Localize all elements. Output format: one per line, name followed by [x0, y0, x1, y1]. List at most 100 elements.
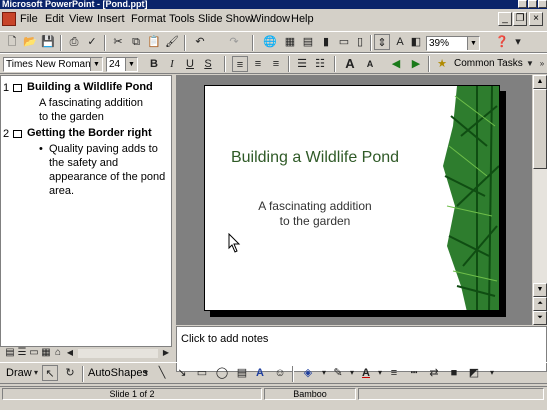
demote-icon[interactable]: ▶ [408, 56, 424, 72]
paste-icon[interactable]: 📋 [146, 34, 162, 50]
shadow-icon[interactable]: ■ [446, 365, 462, 381]
scroll-down-icon[interactable]: ▼ [533, 283, 547, 297]
close-button[interactable] [538, 0, 547, 8]
menu-help[interactable]: Help [291, 13, 314, 25]
fill-color-icon[interactable]: ◈ [300, 365, 316, 381]
tables-borders-icon[interactable]: ▦ [282, 34, 298, 50]
rectangle-icon[interactable]: ▭ [194, 365, 210, 381]
horizontal-scrollbar[interactable] [78, 349, 158, 358]
scroll-left-icon[interactable]: ◀ [62, 345, 78, 361]
chevron-down-icon[interactable]: ▾ [138, 365, 154, 381]
hyperlink-icon[interactable]: 🌐 [262, 34, 278, 50]
new-icon[interactable]: 🗋 [4, 34, 20, 50]
underline-icon[interactable]: U [182, 56, 198, 72]
slide-pane[interactable]: Building a Wildlife Pond A fascinating a… [176, 75, 532, 325]
common-tasks-icon[interactable]: ★ [434, 56, 450, 72]
line-style-icon[interactable]: ≡ [386, 365, 402, 381]
doc-restore-button[interactable]: ❐ [513, 12, 527, 26]
increase-font-icon[interactable]: A [342, 56, 358, 72]
vertical-scrollbar[interactable]: ▲ ▼ ⏶ ⏷ [532, 75, 547, 325]
line-icon[interactable]: ╲ [154, 365, 170, 381]
oval-icon[interactable]: ◯ [214, 365, 230, 381]
chevron-down-icon[interactable]: ▾ [484, 365, 500, 381]
outline-bullet-line[interactable]: the safety and [49, 156, 118, 170]
outline-slide-title[interactable]: Building a Wildlife Pond [27, 81, 153, 93]
menu-slide-show[interactable]: Slide Show [198, 13, 253, 25]
next-slide-icon[interactable]: ⏷ [533, 311, 547, 325]
menu-window[interactable]: Window [251, 13, 290, 25]
slide[interactable]: Building a Wildlife Pond A fascinating a… [204, 85, 500, 311]
bold-icon[interactable]: B [146, 56, 162, 72]
zoom-select[interactable]: 39% ▼ [426, 36, 480, 51]
arrow-icon[interactable]: ↘ [174, 365, 190, 381]
align-left-icon[interactable]: ≡ [232, 56, 248, 72]
slide-icon[interactable] [13, 84, 22, 92]
help-icon[interactable]: ❓ [494, 34, 510, 50]
chevron-down-icon[interactable]: ▼ [125, 58, 137, 71]
slide-subtitle[interactable]: A fascinating addition to the garden [235, 199, 395, 229]
doc-close-button[interactable]: × [529, 12, 543, 26]
font-size-select[interactable]: 24 ▼ [106, 57, 138, 72]
new-slide-icon[interactable]: ▭ [336, 34, 352, 50]
menu-tools[interactable]: Tools [169, 13, 195, 25]
decrease-font-icon[interactable]: A [362, 56, 378, 72]
maximize-button[interactable] [528, 0, 537, 8]
show-formatting-icon[interactable]: A [392, 34, 408, 50]
menu-insert[interactable]: Insert [97, 13, 125, 25]
undo-icon[interactable]: ↶ [192, 34, 208, 50]
redo-icon[interactable]: ↷ [226, 34, 242, 50]
chevron-down-icon[interactable]: ▼ [90, 58, 102, 71]
free-rotate-icon[interactable]: ↻ [62, 365, 78, 381]
outline-bullet-line[interactable]: appearance of the pond [49, 170, 165, 184]
grayscale-preview-icon[interactable]: ◧ [408, 34, 424, 50]
3d-icon[interactable]: ◩ [466, 365, 482, 381]
outline-bullet-line[interactable]: area. [49, 184, 74, 198]
slide-title[interactable]: Building a Wildlife Pond [205, 149, 425, 167]
numbering-icon[interactable]: ☰ [294, 56, 310, 72]
promote-icon[interactable]: ◀ [388, 56, 404, 72]
expand-all-icon[interactable]: ⇕ [374, 34, 390, 50]
format-painter-icon[interactable]: 🖌 [164, 34, 180, 50]
notes-placeholder[interactable]: Click to add notes [181, 333, 268, 345]
doc-minimize-button[interactable]: _ [498, 12, 512, 26]
powerpoint-doc-icon[interactable] [2, 12, 16, 26]
print-icon[interactable]: ⎙ [66, 34, 82, 50]
menu-view[interactable]: View [69, 13, 93, 25]
outline-body-line[interactable]: A fascinating addition [39, 96, 143, 110]
text-box-icon[interactable]: ▤ [234, 365, 250, 381]
outline-pane[interactable]: 1 Building a Wildlife Pond A fascinating… [0, 75, 172, 347]
align-center-icon[interactable]: ≡ [250, 56, 266, 72]
outline-body-line[interactable]: to the garden [39, 110, 104, 124]
toolbar-options-icon[interactable]: » [534, 56, 547, 72]
bullets-icon[interactable]: ☷ [312, 56, 328, 72]
previous-slide-icon[interactable]: ⏶ [533, 297, 547, 311]
cut-icon[interactable]: ✂ [110, 34, 126, 50]
spelling-icon[interactable]: ✓ [84, 34, 100, 50]
outline-slide-title[interactable]: Getting the Border right [27, 127, 152, 139]
minimize-button[interactable] [518, 0, 527, 8]
toolbar-options-icon[interactable]: ▾ [510, 34, 526, 50]
select-objects-icon[interactable]: ↖ [42, 365, 58, 381]
slide-icon[interactable] [13, 130, 22, 138]
chevron-down-icon[interactable]: ▼ [467, 37, 479, 50]
menu-file[interactable]: File [20, 13, 38, 25]
align-right-icon[interactable]: ≡ [268, 56, 284, 72]
arrow-style-icon[interactable]: ⇄ [426, 365, 442, 381]
insert-table-icon[interactable]: ▤ [300, 34, 316, 50]
menu-format[interactable]: Format [131, 13, 166, 25]
dash-style-icon[interactable]: ┅ [406, 365, 422, 381]
clip-art-icon[interactable]: ☺ [272, 365, 288, 381]
scroll-thumb[interactable] [533, 89, 547, 169]
menu-edit[interactable]: Edit [45, 13, 64, 25]
font-select[interactable]: Times New Roman ▼ [3, 57, 103, 72]
outline-bullet-line[interactable]: Quality paving adds to [49, 142, 158, 156]
common-tasks-button[interactable]: Common Tasks [454, 58, 523, 69]
scroll-up-icon[interactable]: ▲ [533, 75, 547, 89]
shadow-icon[interactable]: S [200, 56, 216, 72]
slide-layout-icon[interactable]: ▯ [352, 34, 368, 50]
save-icon[interactable]: 💾 [40, 34, 56, 50]
italic-icon[interactable]: I [164, 56, 180, 72]
wordart-icon[interactable]: A [252, 365, 268, 381]
insert-chart-icon[interactable]: ▮ [318, 34, 334, 50]
copy-icon[interactable]: ⧉ [128, 34, 144, 50]
